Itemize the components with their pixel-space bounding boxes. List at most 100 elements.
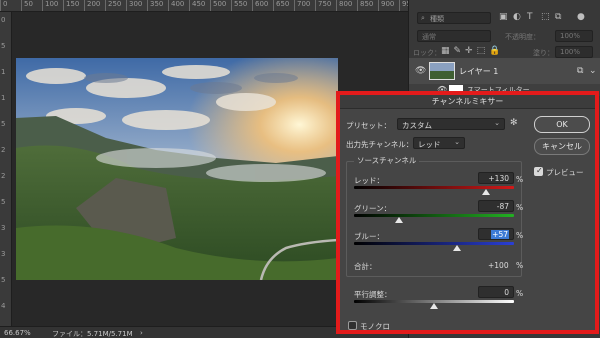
ruler-tick: 550 [231,0,247,11]
red-slider-knob[interactable] [482,189,490,195]
ruler-tick-label: 1 [1,68,6,76]
preview-checkbox[interactable] [534,166,543,176]
ruler-tick: 300 [126,0,142,11]
ruler-tick-label: 600 [255,0,269,8]
ruler-tick: 950 [399,0,408,11]
layer-name[interactable]: レイヤー 1 [459,66,498,77]
blue-value: +57 [491,230,509,239]
ruler-tick-label: 2 [1,146,6,154]
green-value-field[interactable]: -87 [478,200,514,212]
status-menu-arrow[interactable]: › [140,329,143,337]
ruler-tick: 400 [168,0,184,11]
ruler-tick: 750 [315,0,331,11]
ruler-tick-label: 150 [66,0,80,8]
expand-arrow-icon[interactable]: ⌄ [589,66,597,76]
constant-value-field[interactable]: 0 [478,286,514,298]
ruler-tick: 650 [273,0,289,11]
ruler-tick-label: 50 [24,0,33,8]
monochrome-label[interactable]: モノクロ [360,321,390,332]
total-percent: % [516,261,524,270]
ruler-tick-label: 650 [276,0,290,8]
lock-icons[interactable]: ▦✎✛⬚🔒 [441,46,504,56]
preset-select[interactable]: カスタム ⌄ [397,118,505,130]
ruler-tick-label: 400 [171,0,185,8]
ruler-tick-label: 750 [318,0,332,8]
fill-field[interactable]: 100% [555,46,593,58]
ruler-tick-label: 200 [87,0,101,8]
total-label: 合計： [354,262,377,271]
green-percent: % [516,203,524,212]
ruler-tick: 850 [357,0,373,11]
constant-slider-knob[interactable] [430,303,438,309]
blue-percent: % [516,231,524,240]
type-filter-icon[interactable]: T [527,12,533,22]
ruler-tick-label: 0 [3,0,8,8]
ruler-tick: 150 [63,0,79,11]
ruler-tick: 0 [0,0,7,11]
layer-kind-filter[interactable]: ⌕ 種類 [417,12,491,24]
red-value-field[interactable]: +130 [478,172,514,184]
source-channels-title: ソースチャンネル [354,155,420,166]
layer-row[interactable]: 👁 レイヤー 1 ⧉ ⌄ [409,58,600,84]
visibility-eye-icon[interactable]: 👁 [415,66,426,76]
opacity-field[interactable]: 100% [555,30,593,42]
ok-button[interactable]: OK [534,116,590,133]
ruler-tick-label: 700 [297,0,311,8]
ruler-tick: 350 [147,0,163,11]
preview-label[interactable]: プレビュー [546,167,584,178]
gear-icon[interactable]: ✻ [510,118,518,128]
pixel-filter-icon[interactable]: ▣ [499,12,508,22]
blue-slider-track[interactable] [354,242,514,245]
ruler-tick-label: 350 [150,0,164,8]
search-icon: ⌕ [421,14,425,22]
smart-object-filter-icon[interactable]: ⧉ [555,12,561,22]
ruler-tick: 800 [336,0,352,11]
blue-slider-knob[interactable] [452,245,461,251]
ruler-tick: 250 [105,0,121,11]
green-slider-track[interactable] [354,214,514,217]
output-channel-select[interactable]: レッド ⌄ [413,137,465,149]
adjustment-filter-icon[interactable]: ◐ [513,12,521,22]
ruler-tick: 900 [378,0,394,11]
ruler-tick-label: 850 [360,0,374,8]
opacity-label: 不透明度： [505,33,540,41]
constant-label: 平行調整： [354,290,392,299]
ruler-tick-label: 5 [1,198,6,206]
ruler-tick-label: 900 [381,0,395,8]
red-value: +130 [488,174,509,183]
ruler-tick: 700 [294,0,310,11]
fill-label: 塗り： [533,49,554,57]
ruler-tick-label: 500 [213,0,227,8]
red-label: レッド： [354,176,384,185]
ruler-tick: 100 [42,0,58,11]
ruler-tick-label: 2 [1,172,6,180]
green-slider-knob[interactable] [395,217,404,223]
cancel-button[interactable]: キャンセル [534,138,590,155]
ruler-tick-label: 450 [192,0,206,8]
blue-label: ブルー： [354,232,384,241]
dialog-title: チャンネルミキサー [340,95,595,109]
chevron-down-icon: ⌄ [454,138,460,146]
ruler-tick-label: 800 [339,0,353,8]
filter-toggle-icon[interactable]: ● [577,12,585,22]
zoom-level[interactable]: 66.67% [4,329,31,337]
ruler-tick: 450 [189,0,205,11]
chevron-down-icon: ⌄ [494,119,500,127]
monochrome-checkbox[interactable] [348,321,357,330]
top-ruler: 0 50 100 150 200 250 300 350 400 450 500 550 600 650 7… [0,0,408,12]
red-slider-track[interactable] [354,186,514,189]
blue-value-field[interactable]: +57 [478,228,514,240]
ruler-tick-label: 5 [1,120,6,128]
blend-mode-select[interactable]: 通常 [417,30,491,42]
output-channel-value: レッド [418,140,441,149]
blend-mode-label: 通常 [422,33,436,41]
total-value: +100 [488,261,509,270]
opacity-value: 100% [560,32,581,40]
smart-object-badge-icon: ⧉ [577,66,584,76]
layer-kind-label: 種類 [430,15,444,23]
red-percent: % [516,175,524,184]
shape-filter-icon[interactable]: ⬚ [541,12,550,22]
left-ruler: 0 5 1 1 5 2 2 5 3 3 5 4 [0,12,12,326]
document-image[interactable] [16,58,338,280]
file-info: ファイル：5.71M/5.71M [52,330,133,338]
